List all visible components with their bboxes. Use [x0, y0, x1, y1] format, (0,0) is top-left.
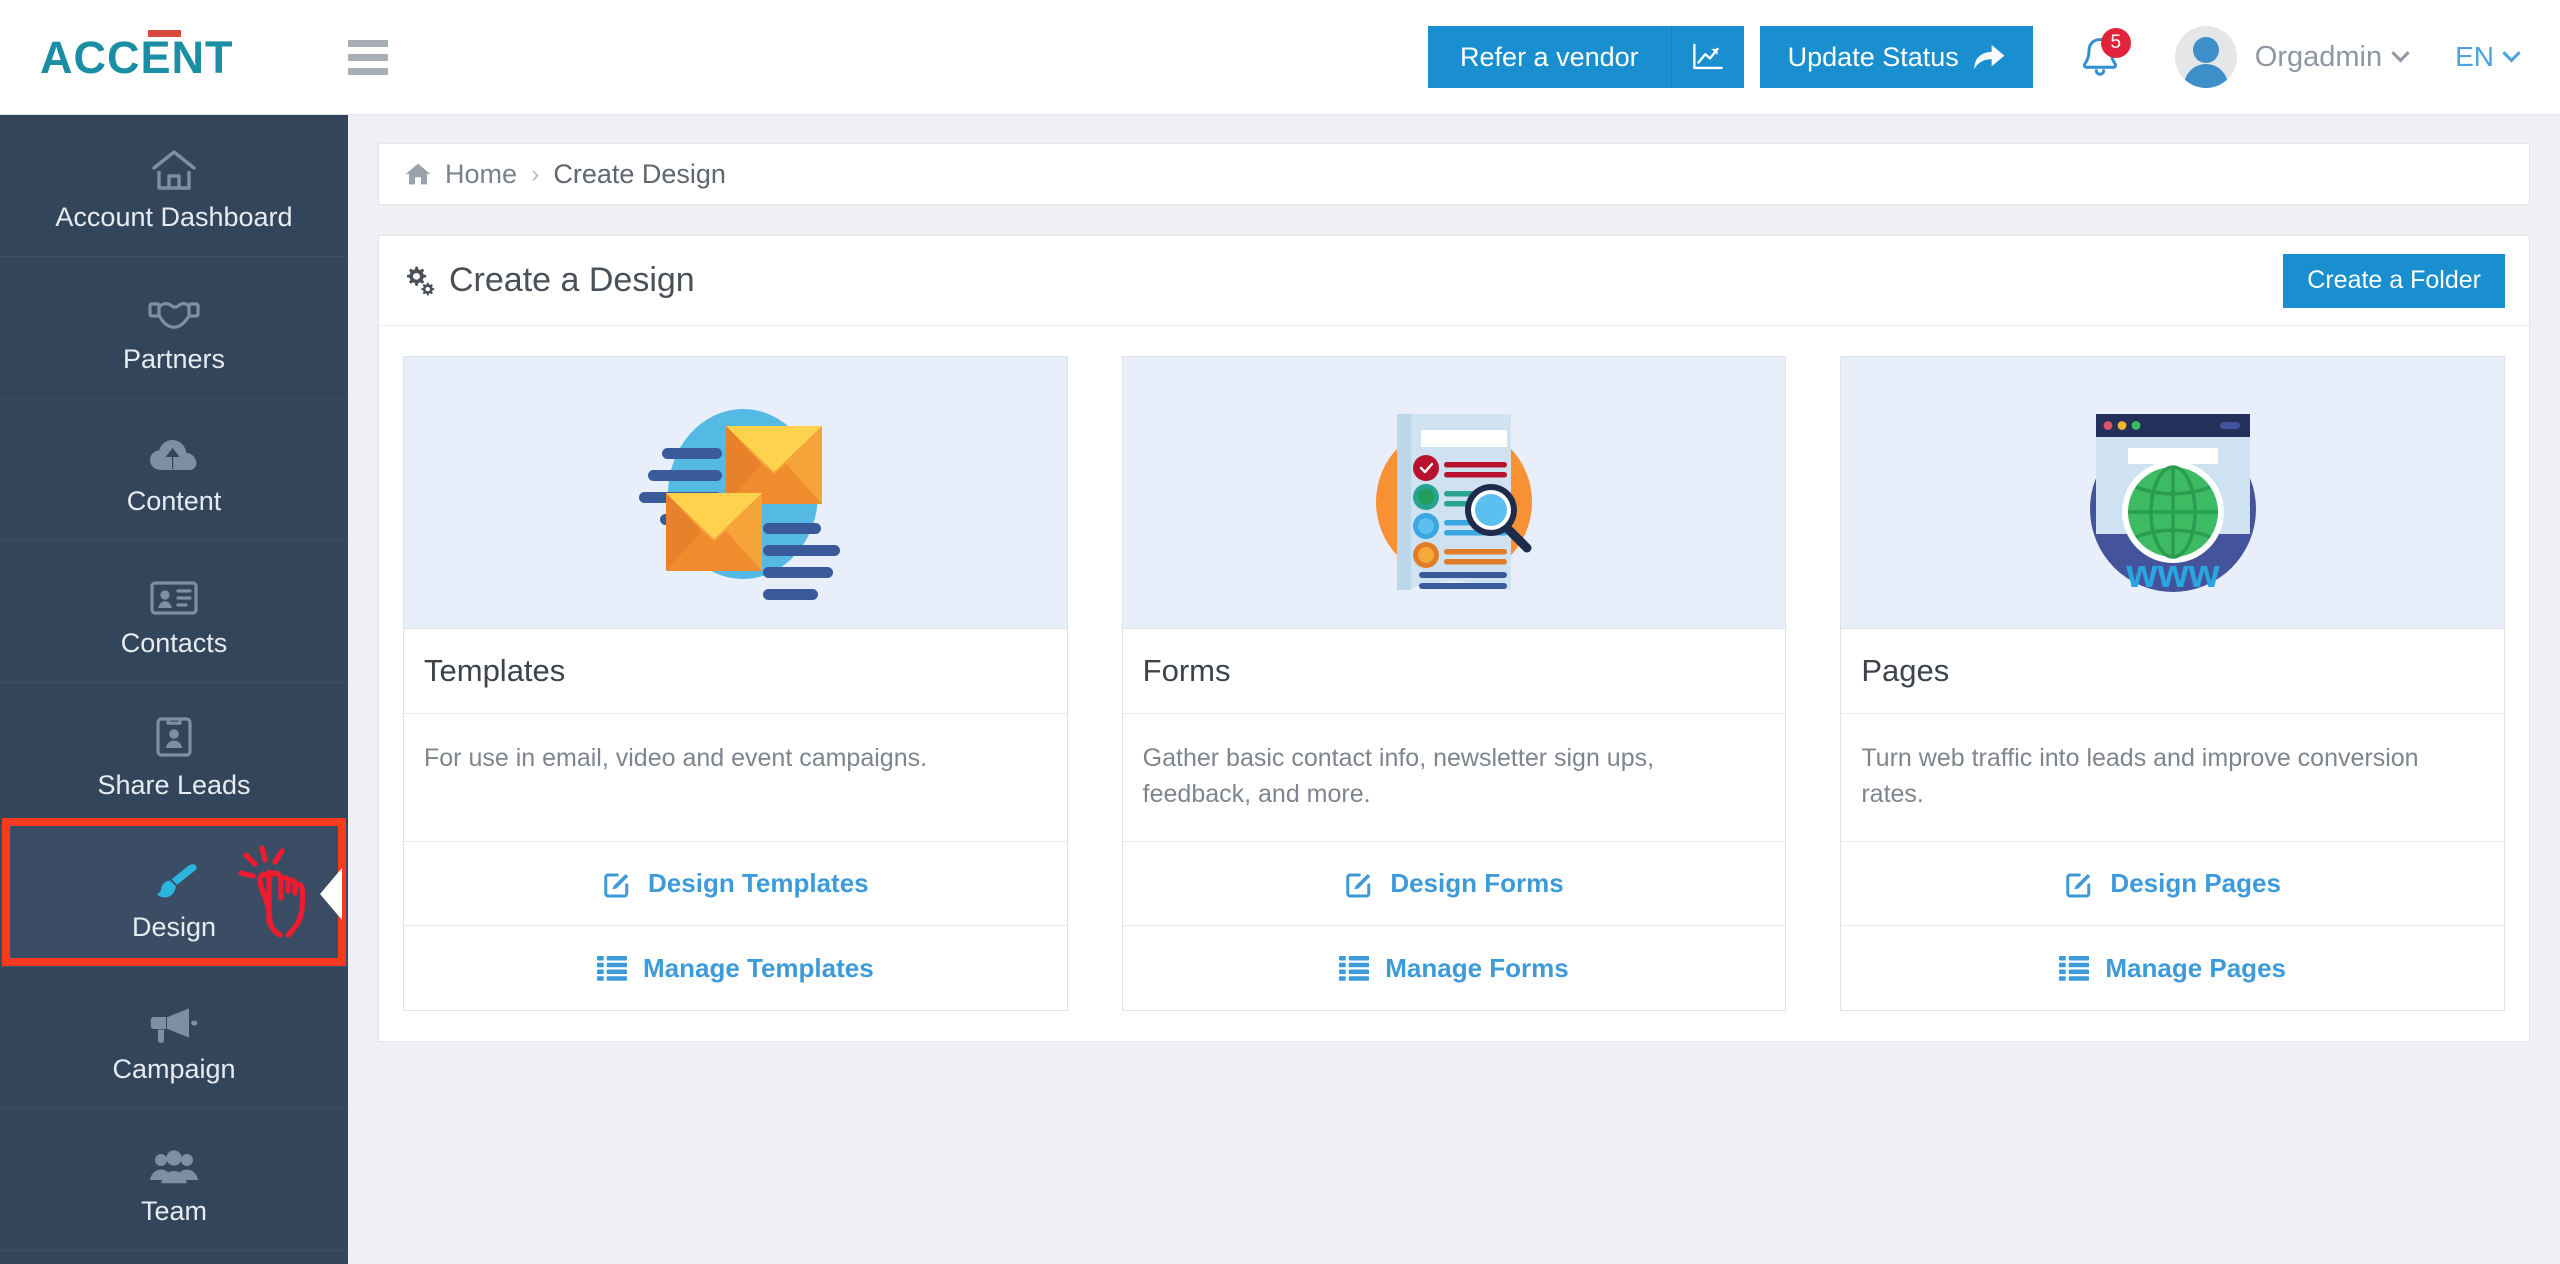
design-cards-grid: Templates For use in email, video and ev… — [379, 326, 2529, 1041]
card-title: Forms — [1123, 629, 1786, 714]
notification-count-badge: 5 — [2101, 28, 2131, 58]
id-badge-icon — [153, 708, 195, 760]
user-menu[interactable]: Orgadmin — [2255, 41, 2407, 74]
refer-a-vendor-button[interactable]: Refer a vendor — [1428, 26, 1672, 88]
chevron-down-icon — [2502, 44, 2520, 62]
card-description: Gather basic contact info, newsletter si… — [1123, 714, 1786, 842]
users-icon — [148, 1134, 200, 1186]
card-description: For use in email, video and event campai… — [404, 714, 1067, 842]
notifications-button[interactable]: 5 — [2075, 26, 2125, 88]
sidebar-item-label: Team — [141, 1198, 207, 1225]
design-templates-link[interactable]: Design Templates — [404, 842, 1067, 926]
edit-square-icon — [1344, 869, 1374, 899]
handshake-icon — [148, 282, 200, 334]
hamburger-icon[interactable] — [348, 40, 394, 75]
sidebar-item-label: Partners — [123, 346, 225, 373]
breadcrumb-home-link[interactable]: Home — [445, 159, 517, 190]
user-name-label: Orgadmin — [2255, 41, 2382, 74]
card-forms: Forms Gather basic contact info, newslet… — [1122, 356, 1787, 1011]
form-checklist-magnifier-illustration — [1123, 357, 1786, 629]
sidebar-item-label: Content — [127, 488, 222, 515]
card-title: Templates — [404, 629, 1067, 714]
accent-logo[interactable]: ACCENT — [40, 35, 234, 80]
list-icon — [2059, 955, 2089, 981]
design-pages-link[interactable]: Design Pages — [1841, 842, 2504, 926]
action-label: Manage Pages — [2105, 953, 2286, 984]
update-status-label: Update Status — [1788, 42, 1959, 73]
page-title: Create a Design — [403, 261, 695, 300]
sidebar-item-partners[interactable]: Partners — [0, 257, 348, 399]
megaphone-icon — [148, 992, 200, 1044]
sidebar-item-account-dashboard[interactable]: Account Dashboard — [0, 115, 348, 257]
paint-brush-icon — [148, 850, 200, 902]
update-status-button[interactable]: Update Status — [1760, 26, 2033, 88]
action-label: Design Templates — [648, 868, 869, 899]
card-description: Turn web traffic into leads and improve … — [1841, 714, 2504, 842]
avatar[interactable] — [2175, 26, 2237, 88]
page-title-text: Create a Design — [449, 261, 695, 300]
card-pages: www Pages Turn web traffic into leads an… — [1840, 356, 2505, 1011]
sidebar-item-campaign[interactable]: Campaign — [0, 967, 348, 1109]
sidebar-item-label: Campaign — [112, 1056, 235, 1083]
browser-globe-www-illustration: www — [1841, 357, 2504, 629]
sidebar-item-partial[interactable] — [0, 1251, 348, 1264]
home-icon — [405, 162, 431, 186]
breadcrumb: Home › Create Design — [378, 143, 2530, 205]
create-a-folder-button[interactable]: Create a Folder — [2283, 254, 2505, 308]
avatar-head — [2193, 37, 2219, 63]
main-content-area: Home › Create Design Create a Design Cre… — [348, 115, 2560, 1264]
sidebar-item-label: Contacts — [121, 630, 228, 657]
sidebar-item-content[interactable]: Content — [0, 399, 348, 541]
home-icon — [150, 140, 198, 192]
svg-text:www: www — [2125, 552, 2220, 596]
sidebar-item-team[interactable]: Team — [0, 1109, 348, 1251]
language-label: EN — [2455, 41, 2494, 73]
breadcrumb-current: Create Design — [553, 159, 726, 190]
avatar-body — [2184, 64, 2228, 88]
sidebar-item-share-leads[interactable]: Share Leads — [0, 683, 348, 825]
breadcrumb-separator: › — [531, 160, 539, 189]
logo-accent-mark — [148, 30, 181, 37]
design-forms-link[interactable]: Design Forms — [1123, 842, 1786, 926]
panel-header: Create a Design Create a Folder — [379, 236, 2529, 326]
language-selector[interactable]: EN — [2455, 41, 2518, 73]
edit-square-icon — [602, 869, 632, 899]
sidebar-item-contacts[interactable]: Contacts — [0, 541, 348, 683]
list-icon — [597, 955, 627, 981]
logo-area: ACCENT — [0, 0, 348, 114]
cogs-icon — [403, 265, 435, 297]
action-label: Design Pages — [2110, 868, 2281, 899]
action-label: Manage Forms — [1385, 953, 1569, 984]
action-label: Design Forms — [1390, 868, 1563, 899]
edit-square-icon — [2064, 869, 2094, 899]
manage-pages-link[interactable]: Manage Pages — [1841, 926, 2504, 1010]
header-actions: Refer a vendor Update Status — [1428, 0, 2033, 114]
manage-forms-link[interactable]: Manage Forms — [1123, 926, 1786, 1010]
cloud-upload-icon — [148, 424, 200, 476]
sidebar-item-label: Share Leads — [97, 772, 250, 799]
action-label: Manage Templates — [643, 953, 874, 984]
card-title: Pages — [1841, 629, 2504, 714]
sidebar-item-label: Design — [132, 914, 216, 941]
sidebar-item-design[interactable]: Design — [0, 825, 348, 967]
top-header-bar: ACCENT Refer a vendor Update Status — [0, 0, 2560, 115]
create-design-panel: Create a Design Create a Folder — [378, 235, 2530, 1042]
contact-card-icon — [149, 566, 199, 618]
card-templates: Templates For use in email, video and ev… — [403, 356, 1068, 1011]
sidebar-nav: Account Dashboard Partners Content — [0, 115, 348, 1264]
manage-templates-link[interactable]: Manage Templates — [404, 926, 1067, 1010]
chart-line-icon — [1691, 42, 1725, 72]
two-envelopes-illustration — [404, 357, 1067, 629]
sidebar-item-label: Account Dashboard — [55, 204, 292, 231]
share-arrow-icon — [1973, 43, 2005, 71]
logo-text: ACCENT — [40, 32, 234, 83]
list-icon — [1339, 955, 1369, 981]
chevron-down-icon — [2391, 44, 2409, 62]
analytics-chart-button[interactable] — [1672, 26, 1744, 88]
